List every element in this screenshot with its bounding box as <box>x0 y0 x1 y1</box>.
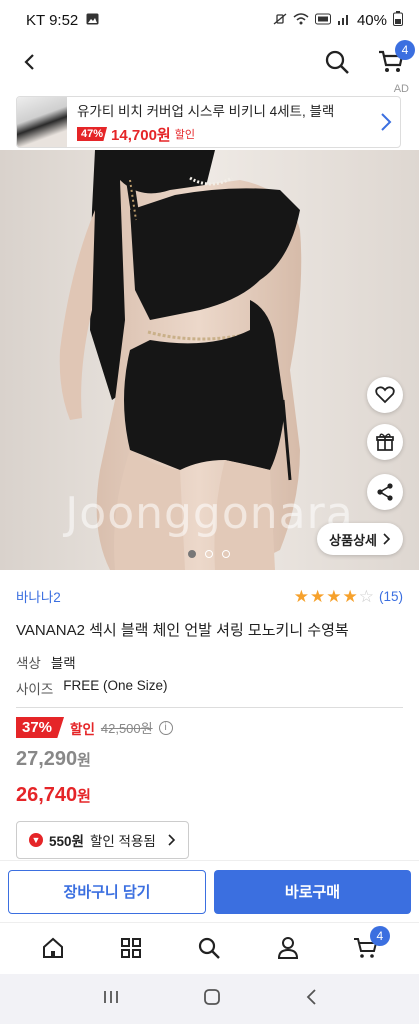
size-value: FREE (One Size) <box>63 678 168 693</box>
ad-thumbnail <box>17 97 67 147</box>
cta-bar: 장바구니 담기 바로구매 <box>0 860 419 922</box>
system-back-button[interactable] <box>305 988 317 1011</box>
back-button[interactable] <box>14 46 46 78</box>
search-icon <box>199 937 221 959</box>
cart-tab[interactable]: 4 <box>350 925 390 964</box>
star-icon: ★ <box>293 586 309 606</box>
ad-discount-label: 할인 <box>174 129 195 141</box>
color-value: 블랙 <box>50 656 76 671</box>
product-info: 바나나2 ★ ★ ★ ★ ☆ (15) VANANA2 섹시 블랙 체인 언발 … <box>16 580 403 859</box>
grid-icon <box>121 937 142 958</box>
top-nav: 4 <box>0 40 419 84</box>
info-icon[interactable]: i <box>158 720 173 735</box>
ad-discount-badge: 47% <box>77 127 108 141</box>
recent-apps-button[interactable] <box>102 989 120 1010</box>
star-icon: ★ <box>342 586 358 606</box>
signal-icon <box>337 13 351 28</box>
star-icon: ★ <box>309 586 326 606</box>
buy-now-button[interactable]: 바로구매 <box>214 869 411 914</box>
home-icon <box>43 937 64 958</box>
battery-level: 40% <box>356 11 387 29</box>
cart-badge: 4 <box>395 40 415 60</box>
share-icon <box>377 483 393 501</box>
ad-price: 14,700원 <box>111 126 171 144</box>
currency-unit: 원 <box>77 788 91 805</box>
heart-icon <box>375 386 395 404</box>
back-icon <box>306 988 316 1005</box>
final-price-value: 26,740 <box>16 784 78 806</box>
home-circle-icon <box>204 988 221 1005</box>
pagination-dot[interactable] <box>222 550 230 558</box>
alarm-icon <box>273 13 287 28</box>
divider <box>16 707 403 708</box>
size-label: 사이즈 <box>16 682 54 697</box>
chevron-right-icon <box>383 533 391 545</box>
pagination-dot[interactable] <box>205 550 213 558</box>
share-button[interactable] <box>367 474 403 510</box>
status-time: KT 9:52 <box>26 11 79 29</box>
product-title: VANANA2 섹시 블랙 체인 언발 셔링 모노키니 수영복 <box>16 622 349 639</box>
gift-icon <box>376 433 394 451</box>
coupon-down-icon: ▼ <box>29 833 43 847</box>
search-tab[interactable] <box>193 932 225 964</box>
ad-label: AD <box>393 83 409 95</box>
wifi-icon <box>293 12 309 28</box>
currency-unit: 원 <box>77 752 91 769</box>
image-pagination <box>188 550 230 558</box>
status-bar: KT 9:52 40% <box>0 0 419 40</box>
ad-title: 유가티 비치 커버업 시스루 비키니 4세트, 블랙 <box>77 103 335 119</box>
add-to-cart-button[interactable]: 장바구니 담기 <box>8 869 206 914</box>
coupon-button[interactable]: ▼ 550원 할인 적용됨 <box>16 821 189 859</box>
discount-label: 할인 <box>70 721 95 737</box>
ad-banner[interactable]: 유가티 비치 커버업 시스루 비키니 4세트, 블랙 47% 14,700원 할… <box>16 96 401 148</box>
product-detail-button[interactable]: 상품상세 <box>317 523 403 555</box>
gallery-icon <box>86 13 99 28</box>
review-count: (15) <box>378 588 403 604</box>
chevron-right-icon <box>372 112 400 132</box>
my-page-tab[interactable] <box>272 932 304 964</box>
coupon-amount: 550원 <box>49 834 84 849</box>
category-tab[interactable] <box>115 932 147 964</box>
search-button[interactable] <box>321 46 353 78</box>
volte-icon <box>314 13 331 28</box>
member-price-value: 27,290 <box>16 748 78 770</box>
bottom-nav: 4 <box>0 922 419 972</box>
product-image[interactable]: Joonggonara <box>0 150 419 570</box>
home-tab[interactable] <box>37 932 69 964</box>
rating[interactable]: ★ ★ ★ ★ ☆ (15) <box>294 588 403 605</box>
chevron-right-icon <box>168 834 175 846</box>
system-nav-bar <box>0 974 419 1024</box>
product-detail-label: 상품상세 <box>329 532 377 548</box>
seller-link[interactable]: 바나나2 <box>16 586 61 606</box>
recent-apps-icon <box>103 990 118 1003</box>
home-button[interactable] <box>203 988 221 1011</box>
star-empty-icon: ☆ <box>358 586 374 606</box>
discount-badge: 37% <box>16 717 65 738</box>
member-price: 27,290원 <box>16 748 403 771</box>
coupon-text: 할인 적용됨 <box>89 834 156 849</box>
original-price: 42,500원 <box>100 721 153 736</box>
search-icon <box>325 50 349 74</box>
star-icon: ★ <box>326 586 342 606</box>
person-icon <box>277 936 298 959</box>
gift-button[interactable] <box>367 424 403 460</box>
battery-icon <box>393 11 403 29</box>
wishlist-button[interactable] <box>367 377 403 413</box>
final-price: 26,740원 <box>16 784 403 807</box>
chevron-left-icon <box>24 54 34 70</box>
cart-button[interactable]: 4 <box>375 40 415 78</box>
color-label: 색상 <box>16 656 41 671</box>
cart-badge: 4 <box>369 925 390 946</box>
pagination-dot[interactable] <box>188 550 196 558</box>
